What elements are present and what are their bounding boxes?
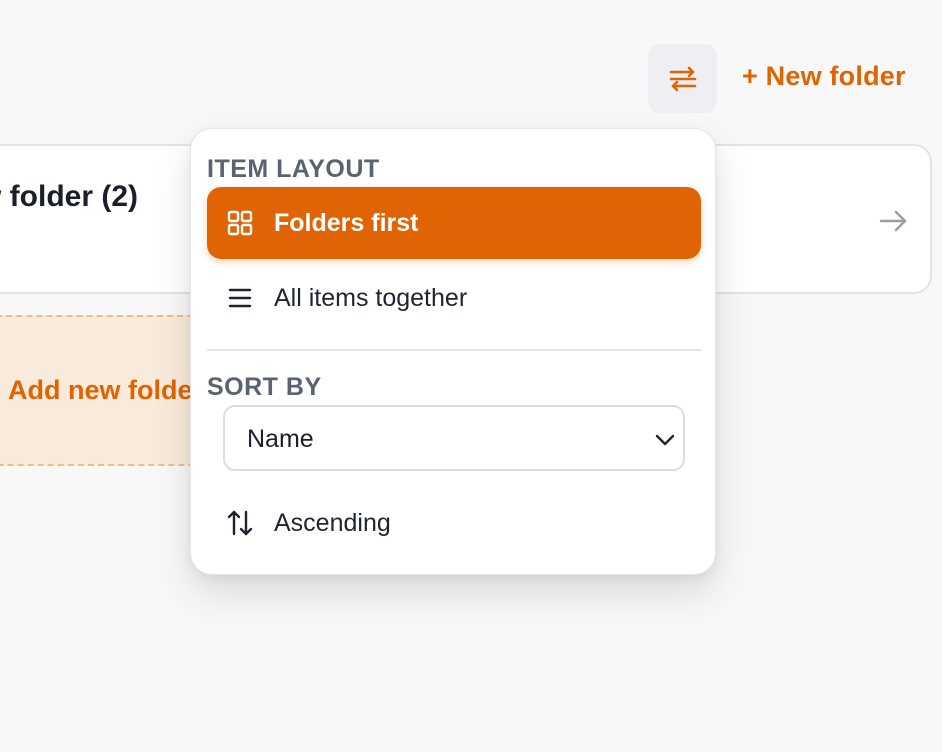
new-folder-button[interactable]: + New folder [742,61,906,92]
sort-by-heading: SORT BY [207,373,322,401]
folder-card[interactable]: w folder (2) er [0,144,220,294]
sliders-icon [669,66,696,91]
option-folders-first[interactable]: Folders first [207,187,701,259]
grid-icon [225,208,255,238]
add-new-folder-label: Add new folde [8,375,193,405]
arrow-right-icon[interactable] [878,206,908,236]
menu-divider [207,349,701,351]
folder-card-title: w folder (2) [0,180,139,213]
sort-order-label: Ascending [274,508,391,537]
sort-arrows-icon [225,508,255,538]
sort-order-toggle[interactable]: Ascending [207,487,411,559]
add-new-folder-tile[interactable]: Add new folde [0,315,220,466]
option-label: Folders first [274,208,419,237]
sort-by-value: Name [247,425,314,453]
option-all-items-together[interactable]: All items together [207,262,701,334]
option-label: All items together [274,283,468,312]
list-icon [225,283,255,313]
view-options-popover: ITEM LAYOUT Folders first All items toge… [190,128,716,575]
sort-by-select[interactable]: Name [223,405,685,471]
item-layout-heading: ITEM LAYOUT [207,155,380,183]
chevron-down-icon [655,434,675,446]
filter-button[interactable] [648,44,717,113]
